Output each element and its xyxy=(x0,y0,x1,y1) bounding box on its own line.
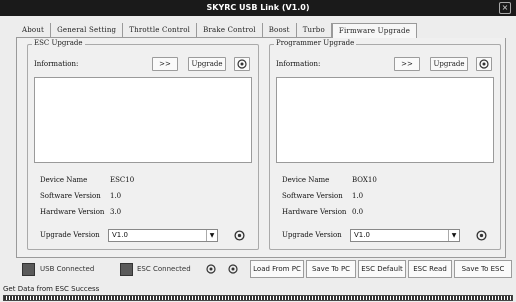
programmer-device-name-label: Device Name xyxy=(282,176,330,184)
programmer-upgrade-version-select[interactable]: V1.0 ▼ xyxy=(350,229,460,242)
programmer-information-box xyxy=(276,77,494,163)
usb-status-indicator xyxy=(22,263,35,276)
esc-software-version-row: Software Version 1.0 xyxy=(40,192,121,200)
progress-bar xyxy=(3,295,513,301)
programmer-upgrade-version-label: Upgrade Version xyxy=(282,231,342,239)
esc-read-button[interactable]: ESC Read xyxy=(408,260,452,278)
status-bar: USB Connected ESC Connected Load From PC… xyxy=(0,258,516,284)
esc-information-box xyxy=(34,77,252,163)
programmer-help-icon[interactable] xyxy=(476,57,492,71)
esc-device-name-value: ESC10 xyxy=(110,176,135,184)
chevron-down-icon[interactable]: ▼ xyxy=(206,230,217,241)
programmer-software-version-value: 1.0 xyxy=(352,192,364,200)
usb-status-label: USB Connected xyxy=(40,265,95,273)
tab-turbo[interactable]: Turbo xyxy=(297,23,332,38)
chevron-down-icon[interactable]: ▼ xyxy=(448,230,459,241)
esc-hardware-version-value: 3.0 xyxy=(110,208,122,216)
programmer-expand-button[interactable]: >> xyxy=(394,57,420,71)
programmer-device-name-row: Device Name BOX10 xyxy=(282,176,377,184)
tab-throttle-control[interactable]: Throttle Control xyxy=(123,23,198,38)
programmer-software-version-label: Software Version xyxy=(282,192,343,200)
programmer-upgrade-group: Programmer Upgrade Information: >> Upgra… xyxy=(269,39,501,250)
esc-software-version-value: 1.0 xyxy=(110,192,122,200)
close-icon[interactable]: × xyxy=(499,2,511,14)
tab-brake-control[interactable]: Brake Control xyxy=(197,23,263,38)
programmer-upgrade-title: Programmer Upgrade xyxy=(274,39,357,47)
tab-general-setting[interactable]: General Setting xyxy=(51,23,124,38)
esc-expand-button[interactable]: >> xyxy=(152,57,178,71)
programmer-information-label: Information: xyxy=(276,60,321,68)
programmer-device-name-value: BOX10 xyxy=(352,176,377,184)
esc-upgrade-group: ESC Upgrade Information: >> Upgrade Devi… xyxy=(27,39,259,250)
esc-settings-icon[interactable] xyxy=(232,228,246,242)
main-window: About General Setting Throttle Control B… xyxy=(0,16,516,302)
save-to-esc-button[interactable]: Save To ESC xyxy=(454,260,512,278)
window-title: SKYRC USB Link (V1.0) xyxy=(206,3,310,12)
programmer-upgrade-version-value: V1.0 xyxy=(354,231,370,239)
programmer-settings-icon[interactable] xyxy=(474,228,488,242)
esc-upgrade-version-label: Upgrade Version xyxy=(40,231,100,239)
firmware-upgrade-panel: ESC Upgrade Information: >> Upgrade Devi… xyxy=(16,38,506,258)
programmer-software-version-row: Software Version 1.0 xyxy=(282,192,363,200)
esc-upgrade-version-select[interactable]: V1.0 ▼ xyxy=(108,229,218,242)
esc-upgrade-title: ESC Upgrade xyxy=(32,39,85,47)
esc-status-label: ESC Connected xyxy=(137,265,191,273)
esc-upgrade-version-value: V1.0 xyxy=(112,231,128,239)
esc-device-name-label: Device Name xyxy=(40,176,88,184)
info-icon[interactable] xyxy=(226,262,240,276)
esc-software-version-label: Software Version xyxy=(40,192,101,200)
programmer-upgrade-button[interactable]: Upgrade xyxy=(430,57,468,71)
esc-hardware-version-label: Hardware Version xyxy=(40,208,105,216)
tab-bar: About General Setting Throttle Control B… xyxy=(16,23,418,39)
esc-help-icon[interactable] xyxy=(234,57,250,71)
status-message: Get Data from ESC Success xyxy=(3,285,100,293)
refresh-icon[interactable] xyxy=(204,262,218,276)
load-from-pc-button[interactable]: Load From PC xyxy=(250,260,304,278)
programmer-hardware-version-row: Hardware Version 0.0 xyxy=(282,208,363,216)
programmer-hardware-version-value: 0.0 xyxy=(352,208,364,216)
esc-default-button[interactable]: ESC Default xyxy=(358,260,406,278)
tab-boost[interactable]: Boost xyxy=(263,23,297,38)
title-bar: SKYRC USB Link (V1.0) × xyxy=(0,0,516,16)
esc-information-label: Information: xyxy=(34,60,79,68)
esc-device-name-row: Device Name ESC10 xyxy=(40,176,134,184)
esc-hardware-version-row: Hardware Version 3.0 xyxy=(40,208,121,216)
esc-status-indicator xyxy=(120,263,133,276)
save-to-pc-button[interactable]: Save To PC xyxy=(306,260,356,278)
programmer-hardware-version-label: Hardware Version xyxy=(282,208,347,216)
tab-firmware-upgrade[interactable]: Firmware Upgrade xyxy=(331,23,418,39)
tab-about[interactable]: About xyxy=(16,23,52,38)
esc-upgrade-button[interactable]: Upgrade xyxy=(188,57,226,71)
